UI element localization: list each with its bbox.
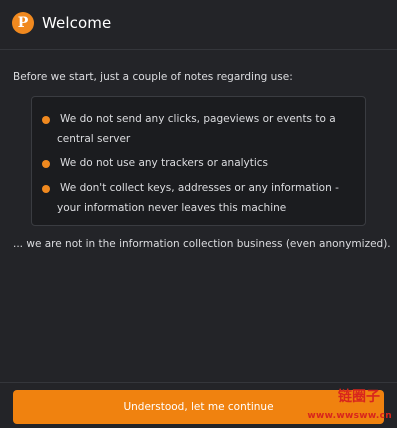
note-text: We don't collect keys, addresses or any … (57, 182, 339, 214)
continue-button[interactable]: Understood, let me continue (13, 390, 384, 424)
bullet-dot-icon (42, 185, 50, 193)
outro-text: ... we are not in the information collec… (13, 238, 391, 250)
bullet-dot-icon (42, 160, 50, 168)
notes-box: We do not send any clicks, pageviews or … (31, 96, 366, 226)
logo-letter: P (17, 14, 29, 31)
header: P Welcome (0, 0, 397, 50)
note-text: We do not send any clicks, pageviews or … (57, 113, 336, 145)
intro-text: Before we start, just a couple of notes … (13, 71, 293, 83)
polkadot-logo-icon: P (12, 12, 34, 34)
page-title: Welcome (42, 14, 112, 32)
note-text: We do not use any trackers or analytics (60, 157, 269, 169)
bullet-dot-icon (42, 116, 50, 124)
